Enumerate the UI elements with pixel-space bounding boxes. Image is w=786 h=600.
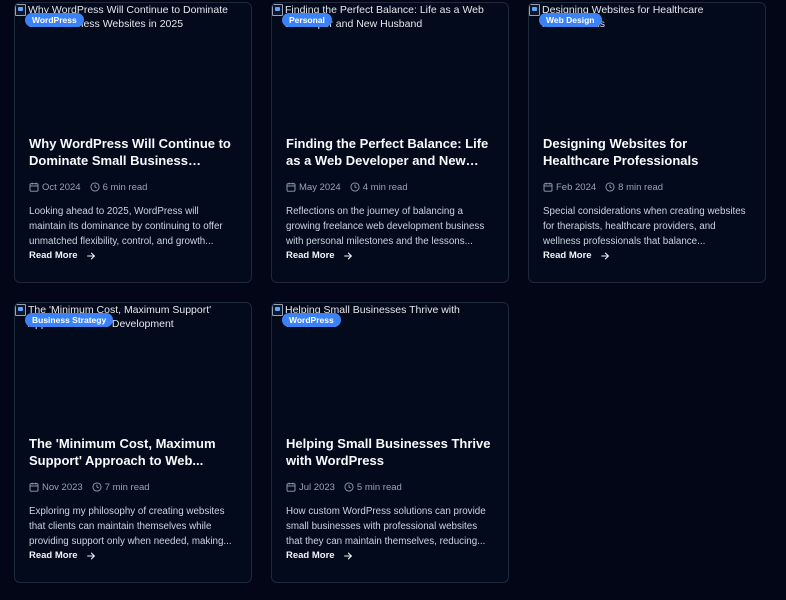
read-more-label: Read More <box>29 250 78 261</box>
post-meta: Nov 2023 7 min read <box>29 481 237 493</box>
post-meta: May 2024 4 min read <box>286 181 494 193</box>
post-title[interactable]: Finding the Perfect Balance: Life as a W… <box>286 135 494 169</box>
post-date: Jul 2023 <box>299 481 335 493</box>
post-excerpt: Exploring my philosophy of creating webs… <box>29 506 232 547</box>
clock-icon <box>92 482 102 492</box>
post-meta: Oct 2024 6 min read <box>29 181 237 193</box>
post-date: May 2024 <box>299 181 341 193</box>
calendar-icon <box>286 482 296 492</box>
read-more-link[interactable]: Read More <box>543 250 610 261</box>
blog-post-card[interactable]: Finding the Perfect Balance: Life as a W… <box>271 2 509 283</box>
blog-post-card[interactable]: The 'Minimum Cost, Maximum Support' Appr… <box>14 302 252 583</box>
read-more-link[interactable]: Read More <box>286 550 353 561</box>
arrow-right-icon <box>86 552 95 559</box>
blog-post-card[interactable]: Why WordPress Will Continue to Dominate … <box>14 2 252 283</box>
post-title[interactable]: Why WordPress Will Continue to Dominate … <box>29 135 237 169</box>
clock-icon <box>90 182 100 192</box>
post-read-time: 5 min read <box>356 481 402 493</box>
blog-post-grid: Why WordPress Will Continue to Dominate … <box>14 2 766 583</box>
blog-post-card[interactable]: Helping Small Businesses Thrive with Wor… <box>271 302 509 583</box>
calendar-icon <box>543 182 553 192</box>
post-read-time: 4 min read <box>362 181 408 193</box>
post-excerpt: Looking ahead to 2025, WordPress will ma… <box>29 206 223 247</box>
arrow-right-icon <box>343 552 352 559</box>
arrow-right-icon <box>86 252 95 259</box>
category-badge[interactable]: WordPress <box>25 13 84 27</box>
post-thumbnail[interactable]: The 'Minimum Cost, Maximum Support' Appr… <box>15 303 251 421</box>
read-more-label: Read More <box>29 550 78 561</box>
category-badge[interactable]: Business Strategy <box>25 313 114 327</box>
post-read-time: 6 min read <box>102 181 148 193</box>
category-badge[interactable]: Web Design <box>539 13 602 27</box>
post-thumbnail[interactable]: Helping Small Businesses Thrive with Wor… <box>272 303 508 421</box>
post-title[interactable]: The 'Minimum Cost, Maximum Support' Appr… <box>29 435 237 469</box>
read-more-link[interactable]: Read More <box>29 250 96 261</box>
post-date: Nov 2023 <box>42 481 83 493</box>
post-excerpt: How custom WordPress solutions can provi… <box>286 506 486 547</box>
post-read-time: 8 min read <box>618 181 664 193</box>
post-read-time: 7 min read <box>104 481 150 493</box>
read-more-label: Read More <box>286 250 335 261</box>
post-thumbnail[interactable]: Why WordPress Will Continue to Dominate … <box>15 3 251 121</box>
clock-icon <box>350 182 360 192</box>
read-more-label: Read More <box>286 550 335 561</box>
arrow-right-icon <box>600 252 609 259</box>
post-meta: Feb 2024 8 min read <box>543 181 751 193</box>
blog-post-card[interactable]: Designing Websites for Healthcare Profes… <box>528 2 766 283</box>
calendar-icon <box>29 482 39 492</box>
category-badge[interactable]: WordPress <box>282 313 341 327</box>
read-more-link[interactable]: Read More <box>286 250 353 261</box>
post-excerpt: Special considerations when creating web… <box>543 206 746 247</box>
post-meta: Jul 2023 5 min read <box>286 481 494 493</box>
calendar-icon <box>286 182 296 192</box>
post-thumbnail[interactable]: Designing Websites for Healthcare Profes… <box>529 3 765 121</box>
post-title[interactable]: Helping Small Businesses Thrive with Wor… <box>286 435 494 469</box>
calendar-icon <box>29 182 39 192</box>
post-date: Feb 2024 <box>556 181 597 193</box>
clock-icon <box>605 182 615 192</box>
category-badge[interactable]: Personal <box>282 13 332 27</box>
clock-icon <box>344 482 354 492</box>
arrow-right-icon <box>343 252 352 259</box>
post-excerpt: Reflections on the journey of balancing … <box>286 206 485 247</box>
read-more-link[interactable]: Read More <box>29 550 96 561</box>
post-date: Oct 2024 <box>42 181 81 193</box>
post-title[interactable]: Designing Websites for Healthcare Profes… <box>543 135 751 169</box>
read-more-label: Read More <box>543 250 592 261</box>
post-thumbnail[interactable]: Finding the Perfect Balance: Life as a W… <box>272 3 508 121</box>
